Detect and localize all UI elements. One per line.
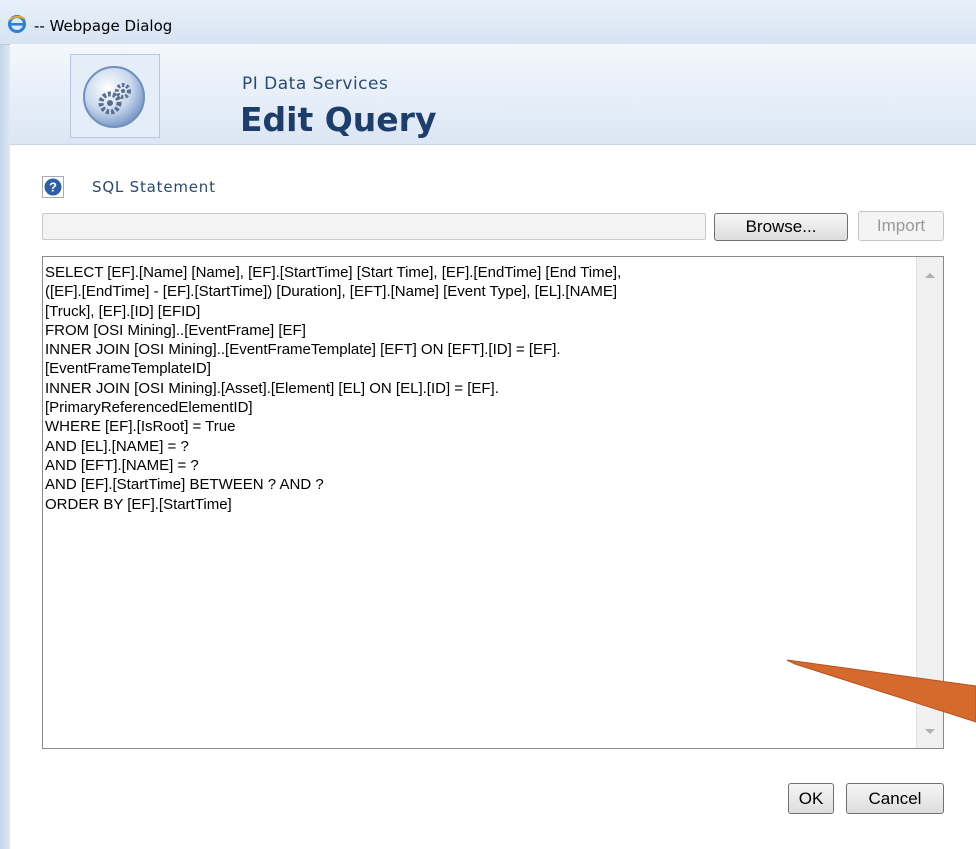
ie-icon bbox=[8, 15, 26, 33]
sql-statement-textarea[interactable]: SELECT [EF].[Name] [Name], [EF].[StartTi… bbox=[42, 256, 944, 749]
cancel-button[interactable]: Cancel bbox=[846, 783, 944, 814]
ok-button[interactable]: OK bbox=[788, 783, 834, 814]
dialog-header: PI Data Services Edit Query bbox=[10, 44, 976, 145]
file-path-input[interactable] bbox=[42, 213, 706, 240]
header-subtitle: PI Data Services bbox=[242, 74, 389, 94]
help-icon[interactable]: ? bbox=[42, 176, 64, 198]
sql-statement-text[interactable]: SELECT [EF].[Name] [Name], [EF].[StartTi… bbox=[45, 263, 915, 514]
scroll-up-arrow-icon[interactable] bbox=[925, 273, 935, 278]
sql-scrollbar[interactable] bbox=[916, 257, 943, 748]
scroll-down-arrow-icon[interactable] bbox=[925, 729, 935, 734]
browse-button[interactable]: Browse... bbox=[714, 213, 848, 241]
page-title: Edit Query bbox=[240, 100, 437, 139]
sql-statement-label: SQL Statement bbox=[92, 178, 216, 196]
window-title: -- Webpage Dialog bbox=[34, 17, 173, 35]
svg-text:?: ? bbox=[49, 180, 57, 195]
gears-icon bbox=[70, 54, 160, 138]
window-left-border bbox=[0, 44, 10, 849]
title-bar: -- Webpage Dialog bbox=[0, 0, 976, 45]
import-button[interactable]: Import bbox=[858, 211, 944, 241]
